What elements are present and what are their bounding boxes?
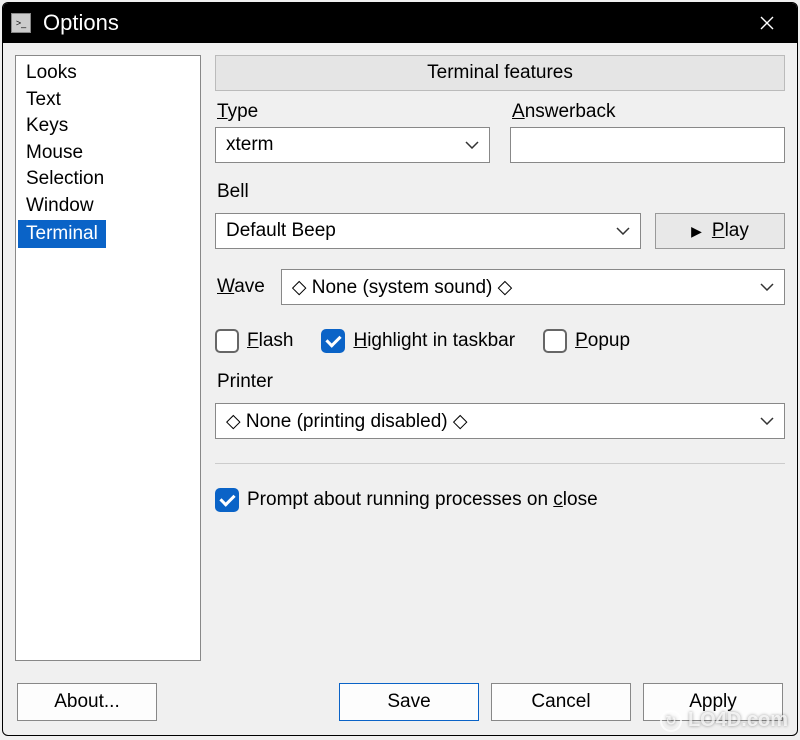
save-button[interactable]: Save [339,683,479,721]
play-icon: ▶ [691,223,702,240]
sidebar-item-terminal[interactable]: Terminal [18,220,106,249]
divider [215,463,785,464]
bell-checkbox-row: Flash Highlight in taskbar Popup [215,329,785,353]
sidebar-item-window[interactable]: Window [18,194,102,217]
sidebar-item-looks[interactable]: Looks [18,61,85,84]
options-window: >_ Options Looks Text Keys Mouse Selecti… [2,2,798,736]
printer-value: ◇ None (printing disabled) ◇ [226,410,468,433]
checkbox-box [543,329,567,353]
prompt-row: Prompt about running processes on close [215,488,785,512]
window-title: Options [43,10,745,36]
wave-row: Wave ◇ None (system sound) ◇ [215,269,785,305]
sidebar-item-text[interactable]: Text [18,88,69,111]
bell-sound-select[interactable]: Default Beep [215,213,641,249]
wave-label: Wave [215,276,265,298]
printer-label: Printer [215,371,785,393]
chevron-down-icon [616,227,630,235]
type-answerback-row: Type xterm Answerback [215,101,785,163]
type-select[interactable]: xterm [215,127,490,163]
flash-label: Flash [247,330,293,352]
prompt-label: Prompt about running processes on close [247,489,598,511]
section-header: Terminal features [215,55,785,91]
main-panel: Terminal features Type xterm Answerback [215,55,785,661]
chevron-down-icon [465,141,479,149]
chevron-down-icon [760,283,774,291]
about-button[interactable]: About... [17,683,157,721]
answerback-input[interactable] [510,127,785,163]
titlebar: >_ Options [3,3,797,43]
flash-checkbox[interactable]: Flash [215,329,293,353]
answerback-label: Answerback [510,101,785,123]
printer-select[interactable]: ◇ None (printing disabled) ◇ [215,403,785,439]
close-icon [760,16,774,30]
category-sidebar[interactable]: Looks Text Keys Mouse Selection Window T… [15,55,201,661]
bell-sound-value: Default Beep [226,220,336,242]
checkbox-box [215,488,239,512]
play-button[interactable]: ▶ Play [655,213,785,249]
highlight-checkbox[interactable]: Highlight in taskbar [321,329,515,353]
apply-button[interactable]: Apply [643,683,783,721]
wave-select[interactable]: ◇ None (system sound) ◇ [281,269,785,305]
popup-label: Popup [575,330,630,352]
popup-checkbox[interactable]: Popup [543,329,630,353]
highlight-label: Highlight in taskbar [353,330,515,352]
bell-row: Default Beep ▶ Play [215,213,785,249]
type-value: xterm [226,134,274,156]
content-area: Looks Text Keys Mouse Selection Window T… [3,43,797,673]
close-button[interactable] [745,3,789,43]
play-label: Play [712,220,749,242]
type-label: Type [215,101,490,123]
app-icon: >_ [11,13,31,33]
wave-value: ◇ None (system sound) ◇ [292,276,512,299]
cancel-button[interactable]: Cancel [491,683,631,721]
footer: About... Save Cancel Apply [3,673,797,735]
checkbox-box [321,329,345,353]
bell-label: Bell [215,181,785,203]
chevron-down-icon [760,417,774,425]
sidebar-item-keys[interactable]: Keys [18,114,76,137]
sidebar-item-selection[interactable]: Selection [18,167,112,190]
checkbox-box [215,329,239,353]
prompt-checkbox[interactable]: Prompt about running processes on close [215,488,598,512]
sidebar-item-mouse[interactable]: Mouse [18,141,91,164]
